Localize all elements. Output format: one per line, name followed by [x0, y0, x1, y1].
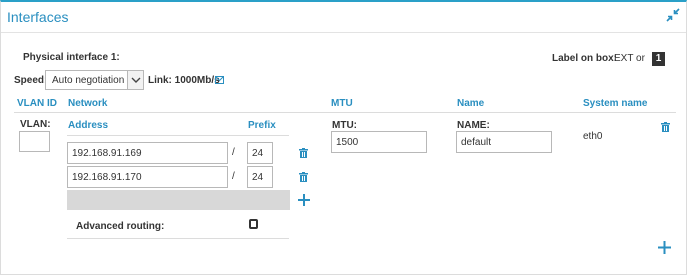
advanced-routing-checkbox[interactable] [249, 219, 258, 229]
system-name-value: eth0 [583, 131, 603, 142]
address-input[interactable]: 192.168.91.169 [67, 142, 228, 164]
address-input[interactable]: 192.168.91.170 [67, 166, 228, 188]
interfaces-panel: Interfaces Physical interface 1: Label o… [0, 0, 687, 275]
mtu-input[interactable]: 1500 [331, 131, 427, 153]
chevron-down-icon[interactable] [127, 71, 143, 89]
physical-interface-label: Physical interface 1: [23, 52, 120, 63]
delete-address-trash-icon[interactable] [299, 172, 308, 182]
mtu-label: MTU: [332, 120, 357, 131]
collapse-arrows-icon[interactable] [665, 7, 681, 23]
speed-select-value: Auto negotiation [52, 75, 125, 86]
label-on-box-badge: 1 [652, 52, 665, 66]
speed-label: Speed: [14, 75, 48, 86]
name-label: NAME: [457, 120, 490, 131]
add-vlan-plus-icon[interactable] [658, 241, 671, 254]
prefix-separator: / [232, 147, 235, 158]
mail-icon[interactable] [215, 75, 224, 84]
column-network: Network [68, 98, 108, 109]
address-header: Address [68, 120, 109, 131]
column-mtu: MTU [331, 98, 353, 109]
advanced-routing-label: Advanced routing: [76, 221, 165, 232]
prefix-separator: / [232, 171, 235, 182]
delete-vlan-trash-icon[interactable] [661, 122, 670, 132]
new-address-row[interactable] [67, 190, 290, 210]
vlan-input[interactable] [19, 131, 50, 152]
name-input[interactable]: default [456, 131, 552, 153]
column-system-name: System name [583, 98, 648, 109]
label-on-box-value: EXT or [614, 53, 645, 64]
link-speed-text: Link: 1000Mb/s [148, 75, 220, 86]
column-vlan-id: VLAN ID [17, 98, 57, 109]
network-bottom-divider [67, 238, 289, 239]
prefix-input[interactable]: 24 [247, 166, 273, 188]
prefix-input[interactable]: 24 [247, 142, 273, 164]
label-on-box-label: Label on box: [552, 53, 617, 64]
header-divider [14, 112, 676, 113]
vlan-label: VLAN: [20, 119, 51, 130]
speed-select[interactable]: Auto negotiation [45, 70, 144, 90]
prefix-header: Prefix [248, 120, 276, 131]
panel-title: Interfaces [7, 9, 69, 25]
delete-address-trash-icon[interactable] [299, 148, 308, 158]
network-header-divider [67, 135, 289, 136]
title-divider [1, 32, 686, 33]
add-address-plus-icon[interactable] [298, 194, 310, 206]
column-name: Name [457, 98, 485, 109]
